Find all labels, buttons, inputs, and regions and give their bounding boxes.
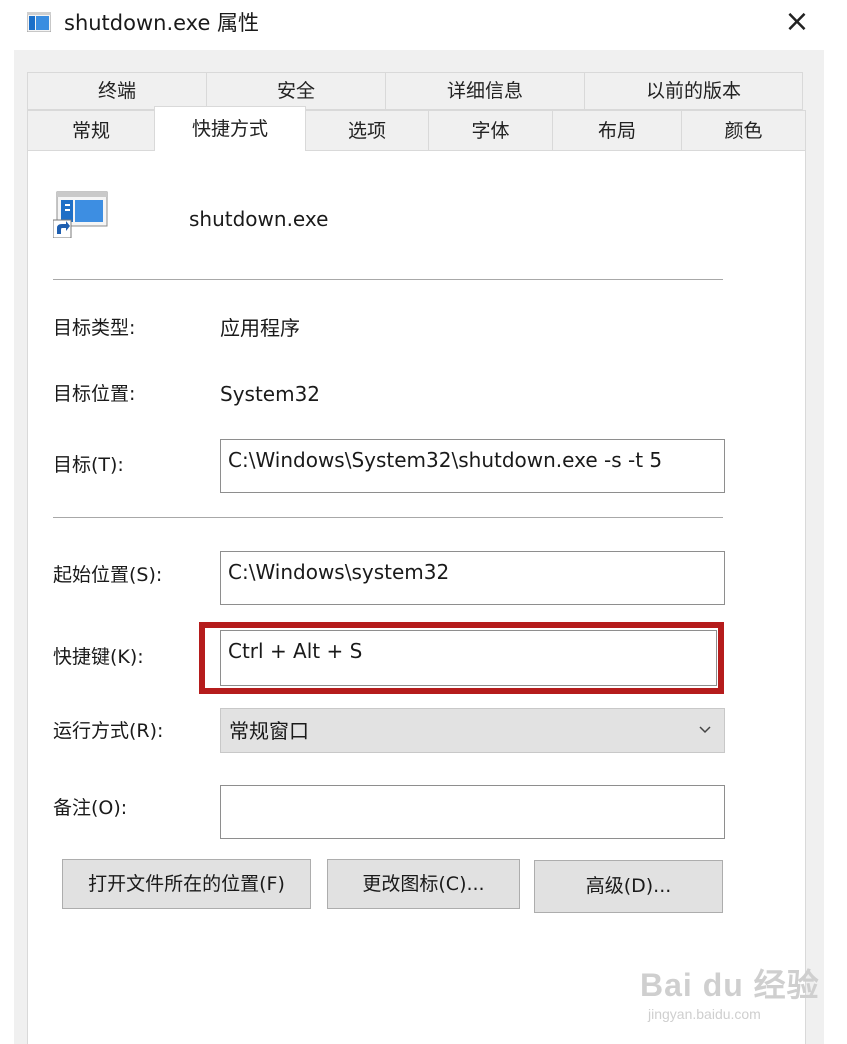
hotkey-label: 快捷键(K): — [53, 646, 144, 668]
hotkey-input[interactable]: Ctrl + Alt + S — [220, 630, 717, 686]
comment-input[interactable] — [220, 785, 725, 839]
watermark-logo: Bai du 经验 — [640, 967, 820, 1003]
start-in-input[interactable]: C:\Windows\system32 — [220, 551, 725, 605]
tab-layout[interactable]: 布局 — [552, 110, 682, 151]
tab-font[interactable]: 字体 — [428, 110, 553, 151]
tab-terminal[interactable]: 终端 — [27, 72, 207, 110]
change-icon-button[interactable]: 更改图标(C)... — [327, 859, 520, 909]
run-mode-value: 常规窗口 — [229, 719, 309, 743]
shortcut-file-name: shutdown.exe — [189, 207, 329, 231]
tab-colors[interactable]: 颜色 — [681, 110, 806, 151]
shortcut-file-icon — [53, 191, 108, 238]
close-button[interactable]: × — [778, 4, 816, 42]
title-bar: shutdown.exe 属性 × — [0, 0, 847, 46]
run-label: 运行方式(R): — [53, 720, 164, 742]
target-type-value: 应用程序 — [220, 316, 300, 340]
tab-shortcut[interactable]: 快捷方式 — [154, 106, 306, 151]
app-icon — [27, 12, 51, 32]
chevron-down-icon — [699, 726, 711, 734]
run-mode-dropdown[interactable]: 常规窗口 — [220, 708, 725, 753]
open-file-location-button[interactable]: 打开文件所在的位置(F) — [62, 859, 311, 909]
target-label: 目标(T): — [53, 454, 124, 476]
tab-details[interactable]: 详细信息 — [385, 72, 585, 110]
divider-top — [53, 279, 723, 280]
comment-label: 备注(O): — [53, 797, 128, 819]
baidu-watermark: Bai du 经验 jingyan.baidu.com — [640, 960, 820, 1022]
tab-options[interactable]: 选项 — [305, 110, 429, 151]
close-icon: × — [784, 4, 810, 39]
start-in-label: 起始位置(S): — [53, 564, 163, 586]
target-location-label: 目标位置: — [53, 383, 136, 405]
tab-previous-versions[interactable]: 以前的版本 — [584, 72, 803, 110]
tab-general[interactable]: 常规 — [27, 110, 155, 151]
tab-security[interactable]: 安全 — [206, 72, 386, 110]
watermark-url: jingyan.baidu.com — [648, 1006, 761, 1022]
target-location-value: System32 — [220, 382, 321, 406]
target-type-label: 目标类型: — [53, 317, 136, 339]
target-input[interactable]: C:\Windows\System32\shutdown.exe -s -t 5 — [220, 439, 725, 493]
window-title: shutdown.exe 属性 — [64, 11, 260, 35]
advanced-button[interactable]: 高级(D)... — [534, 860, 723, 913]
divider-middle — [53, 517, 723, 518]
